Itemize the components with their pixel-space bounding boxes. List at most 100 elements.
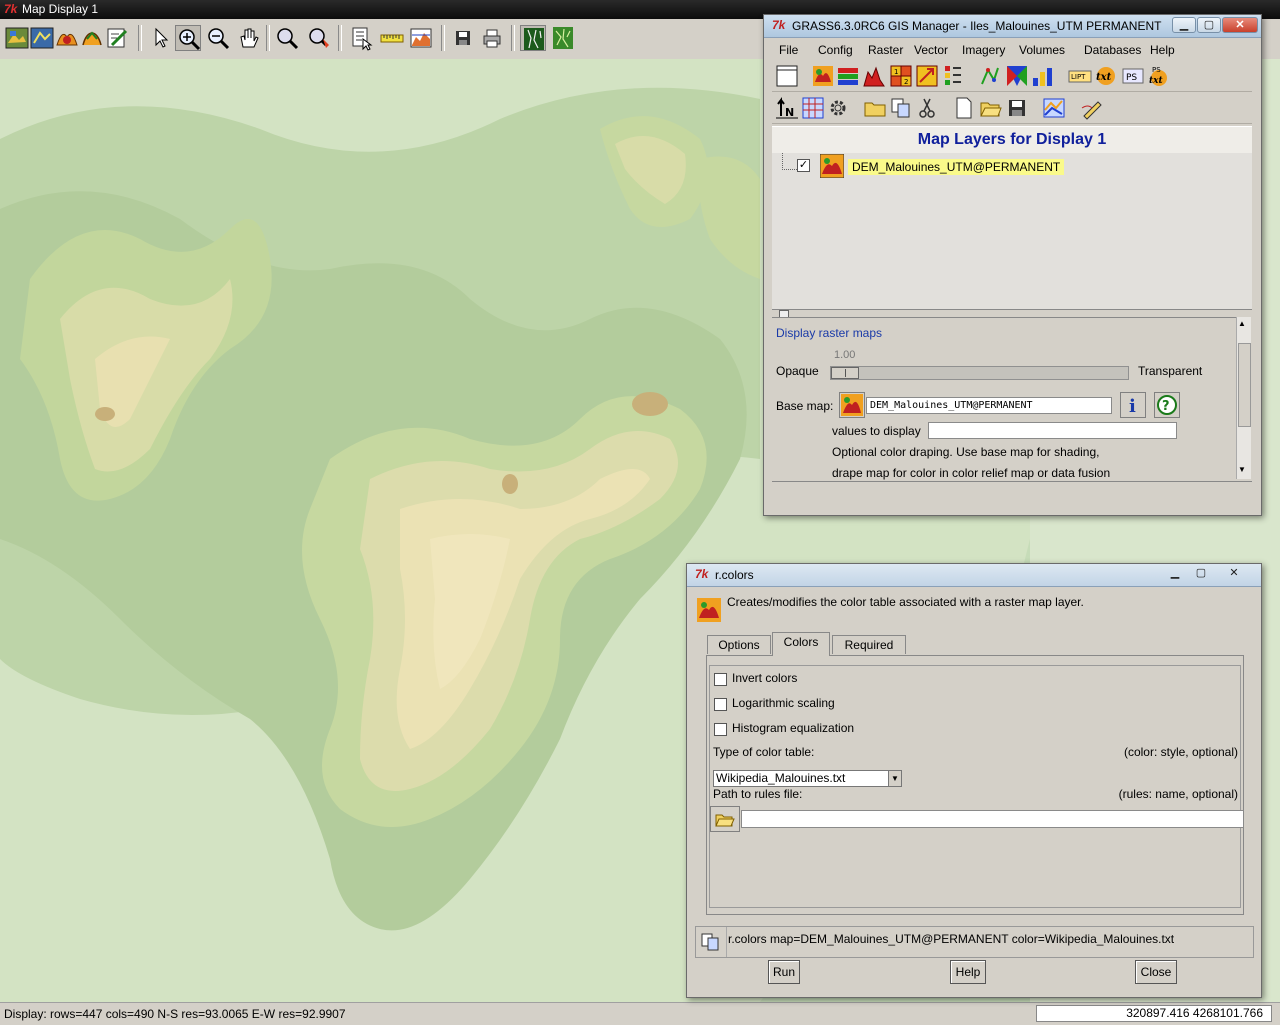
opacity-slider-thumb[interactable] [831,367,859,379]
zoom-out-icon[interactable] [205,25,231,51]
logarithmic-scaling-label: Logarithmic scaling [732,696,835,710]
opacity-slider[interactable] [830,366,1129,380]
scrollbar-thumb[interactable] [1238,343,1251,427]
print-icon[interactable] [479,25,505,51]
menu-raster[interactable]: Raster [868,43,903,57]
command-preview: r.colors map=DEM_Malouines_UTM@PERMANENT… [695,926,1254,958]
redraw-icon[interactable] [29,25,55,51]
postscript-text-icon[interactable]: PS txt [1147,64,1171,88]
rcolors-title: r.colors [715,568,754,582]
minimize-button[interactable]: ▁ [1172,17,1196,33]
save-workspace-icon[interactable] [1005,96,1029,120]
add-raster-icon[interactable] [54,25,80,51]
histogram-equalization-checkbox[interactable] [714,723,727,736]
invert-colors-label: Invert colors [732,671,798,685]
pointer-icon[interactable] [147,25,173,51]
2d-view-icon[interactable] [520,25,546,51]
rules-file-field[interactable] [741,810,1244,828]
help-button[interactable]: ? [1154,392,1180,418]
tab-required[interactable]: Required [832,635,906,654]
run-button[interactable]: Run [768,960,800,984]
maximize-button[interactable]: ▢ [1189,566,1213,582]
scroll-down-icon[interactable]: ▼ [1238,465,1246,474]
tab-options[interactable]: Options [707,635,771,654]
erase-icon[interactable] [104,25,130,51]
maximize-button[interactable]: ▢ [1197,17,1221,33]
copy-layer-icon[interactable] [889,96,913,120]
help-dialog-button[interactable]: Help [950,960,986,984]
cell-values-icon[interactable]: 12 [889,64,913,88]
layer-visibility-checkbox[interactable]: ✓ [797,159,810,172]
color-table-value: Wikipedia_Malouines.txt [716,771,846,785]
display-map-icon[interactable] [4,25,30,51]
georectify-icon[interactable] [1042,96,1066,120]
info-button[interactable]: i [1120,392,1146,418]
close-window-button[interactable]: ✕ [1222,17,1258,33]
add-group-icon[interactable] [863,96,887,120]
select-base-map-button[interactable] [839,392,865,418]
gear-icon[interactable] [826,96,850,120]
new-display-icon[interactable] [775,64,799,88]
labels-layer-icon[interactable]: LIPT [1068,64,1092,88]
rcolors-titlebar[interactable]: 7k r.colors ▁ ▢ ✕ [687,564,1261,587]
query-icon[interactable] [349,25,375,51]
postscript-layer-icon[interactable]: PS [1121,64,1145,88]
pan-icon[interactable] [235,25,261,51]
menu-imagery[interactable]: Imagery [962,43,1005,57]
base-map-field[interactable]: DEM_Malouines_UTM@PERMANENT [866,397,1112,414]
map-layers-header: Map Layers for Display 1 [772,126,1252,153]
thematic-chart-icon[interactable] [1030,64,1054,88]
values-field[interactable] [928,422,1177,439]
pane-splitter[interactable] [772,310,1252,318]
new-workspace-icon[interactable] [952,96,976,120]
copy-command-icon[interactable] [696,927,727,957]
chevron-down-icon[interactable]: ▼ [888,771,901,786]
gis-manager-title: GRASS6.3.0RC6 GIS Manager - Iles_Malouin… [792,19,1162,33]
cut-layer-icon[interactable] [915,96,939,120]
close-button[interactable]: Close [1135,960,1177,984]
logarithmic-scaling-checkbox[interactable] [714,698,727,711]
drape-help-line-1: Optional color draping. Use base map for… [832,445,1100,459]
add-rgb-layer-icon[interactable] [836,64,860,88]
direction-arrows-icon[interactable] [915,64,939,88]
colors-options-area: Invert colors Logarithmic scaling Histog… [709,665,1244,908]
add-vector-layer-icon[interactable] [978,64,1002,88]
histogram-layer-icon[interactable] [862,64,886,88]
close-window-button[interactable]: ✕ [1222,566,1246,582]
thematic-map-icon[interactable] [1005,64,1029,88]
rules-file-hint: (rules: name, optional) [1118,787,1238,801]
gis-manager-titlebar[interactable]: 7k GRASS6.3.0RC6 GIS Manager - Iles_Malo… [764,15,1261,38]
toolbar-separator [138,25,142,51]
zoom-back-icon[interactable] [274,25,300,51]
open-workspace-icon[interactable] [979,96,1003,120]
save-display-icon[interactable] [450,25,476,51]
menu-volumes[interactable]: Volumes [1019,43,1065,57]
tab-colors[interactable]: Colors [772,632,830,656]
menu-config[interactable]: Config [818,43,853,57]
add-vector-icon[interactable] [79,25,105,51]
zoom-in-icon[interactable] [175,25,201,51]
digitize-icon[interactable] [1080,96,1104,120]
profile-icon[interactable] [408,25,434,51]
menu-file[interactable]: File [779,43,798,57]
invert-colors-checkbox[interactable] [714,673,727,686]
zoom-menu-icon[interactable] [306,25,332,51]
base-map-label: Base map: [776,399,834,413]
layer-name[interactable]: DEM_Malouines_UTM@PERMANENT [848,159,1065,175]
grid-overlay-icon[interactable] [801,96,825,120]
raster-legend-icon[interactable] [941,64,965,88]
text-layer-icon[interactable]: txt [1094,64,1118,88]
3d-view-icon[interactable] [550,25,576,51]
menu-help[interactable]: Help [1150,43,1175,57]
minimize-button[interactable]: ▁ [1163,566,1187,582]
scroll-up-icon[interactable]: ▲ [1238,319,1246,328]
add-raster-layer-icon[interactable] [811,64,835,88]
measure-icon[interactable] [379,25,405,51]
menu-vector[interactable]: Vector [914,43,948,57]
menu-databases[interactable]: Databases [1084,43,1141,57]
properties-scrollbar[interactable]: ▲ ▼ [1236,317,1251,479]
color-table-select[interactable]: Wikipedia_Malouines.txt ▼ [713,770,902,787]
tk-logo-icon: 7k [772,18,786,32]
north-arrow-icon[interactable]: N [775,96,799,120]
browse-rules-file-button[interactable] [710,806,740,832]
